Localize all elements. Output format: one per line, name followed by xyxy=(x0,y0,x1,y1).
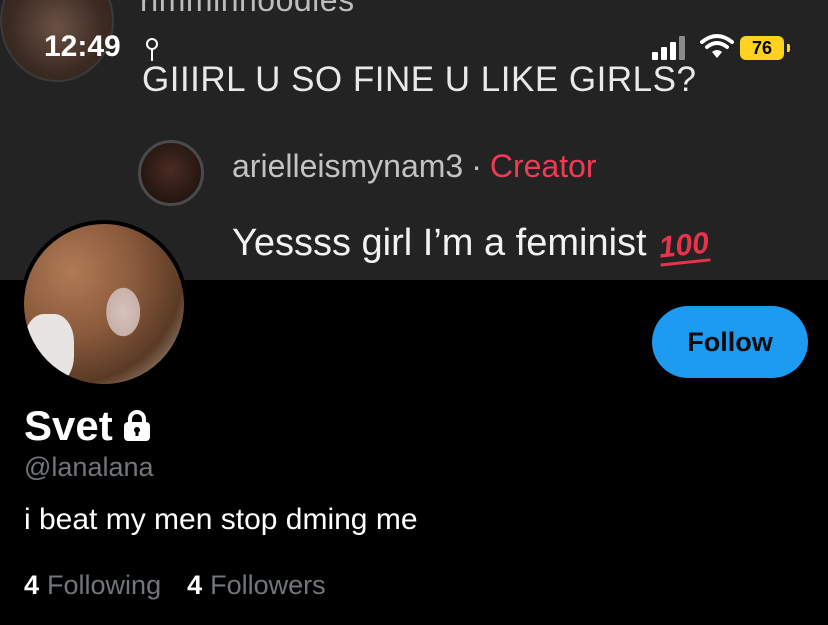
followers-count: 4 xyxy=(187,570,203,600)
banner-reply-username: arielleismynam3 xyxy=(232,148,464,184)
status-time: 12:49 xyxy=(44,30,121,63)
followers-label: Followers xyxy=(210,570,326,600)
following-label: Following xyxy=(47,570,162,600)
following-count: 4 xyxy=(24,570,40,600)
profile-bio: i beat my men stop dming me xyxy=(24,503,418,536)
following-link[interactable]: 4 Following xyxy=(24,570,161,601)
banner-creator-badge: Creator xyxy=(489,148,597,184)
profile-handle: @lanalana xyxy=(24,452,154,482)
lock-icon xyxy=(123,410,150,441)
battery-level: 76 xyxy=(751,37,773,58)
hundred-emoji-icon: 100 xyxy=(657,226,711,267)
banner-reply-text: Yessss girl I’m a feminist 100 xyxy=(232,222,711,267)
display-name-text: Svet xyxy=(24,402,113,449)
banner-comment-text: GIIIRL U SO FINE U LIKE GIRLS? xyxy=(142,60,697,99)
location-icon xyxy=(146,38,158,61)
banner-reply-meta: arielleismynam3 · Creator xyxy=(232,148,597,185)
battery-icon: 76 xyxy=(740,36,790,60)
banner-reply-avatar xyxy=(138,140,204,206)
wifi-icon xyxy=(700,34,734,58)
banner-commenter-username: rimminnoodles xyxy=(140,0,355,18)
banner-reply-separator: · xyxy=(471,148,482,184)
profile-avatar[interactable] xyxy=(20,220,188,388)
banner-reply-message: Yessss girl I’m a feminist xyxy=(232,222,647,264)
signal-icon xyxy=(652,34,692,60)
profile-stats: 4 Following 4 Followers xyxy=(24,570,326,601)
profile-display-name: Svet xyxy=(24,402,153,450)
followers-link[interactable]: 4 Followers xyxy=(187,570,326,601)
follow-button[interactable]: Follow xyxy=(652,306,808,378)
